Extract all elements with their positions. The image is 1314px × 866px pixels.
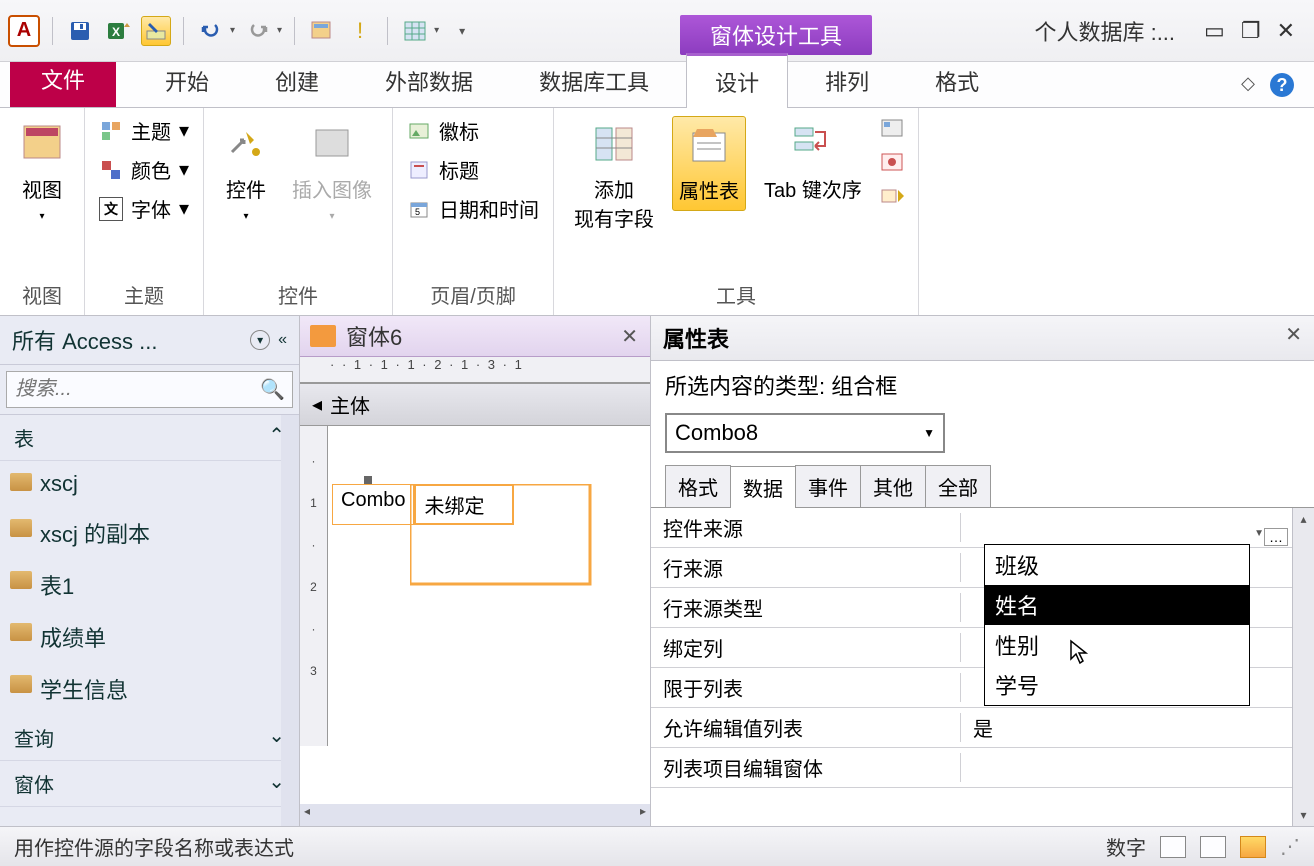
status-hint: 用作控件源的字段名称或表达式 (14, 832, 294, 861)
form-icon[interactable] (307, 16, 337, 46)
search-icon[interactable]: 🔍 (260, 377, 285, 402)
qat-customize-icon[interactable]: ▾ (447, 16, 477, 46)
dropdown-item[interactable]: 学号 (985, 665, 1249, 705)
group-tools: 工具 (568, 276, 904, 313)
nav-search: 🔍 (0, 365, 299, 415)
insert-image-button[interactable]: 插入图像▾ (286, 116, 378, 228)
resize-grip-icon[interactable]: ⋰ (1280, 834, 1300, 859)
combo-unbound[interactable]: 未绑定 (414, 484, 514, 525)
design-icon[interactable] (141, 16, 171, 46)
view-button[interactable]: 视图▾ (14, 116, 70, 228)
object-selector[interactable]: Combo8 (665, 413, 945, 453)
prop-tab-data[interactable]: 数据 (730, 466, 796, 508)
svg-text:X: X (112, 25, 120, 39)
controls-gallery-button[interactable]: 控件▾ (218, 116, 274, 228)
code-icon[interactable] (880, 150, 904, 174)
access-logo[interactable]: A (8, 15, 40, 47)
close-tab-icon[interactable]: ✕ (621, 324, 638, 349)
combo-control[interactable]: Combo 未绑定 (332, 484, 514, 525)
tab-order-button[interactable]: Tab 键次序 (758, 116, 868, 209)
subform-icon[interactable] (880, 116, 904, 140)
fonts-button[interactable]: 文字体 ▾ (99, 194, 189, 223)
form-designer: 窗体6 ✕ · · 1 · 1 · 1 · 2 · 1 · 3 · 1 ◂主体 … (300, 316, 650, 826)
nav-scrollbar[interactable] (281, 415, 299, 826)
prop-tab-format[interactable]: 格式 (665, 465, 731, 507)
combo-label[interactable]: Combo (332, 484, 414, 525)
nav-table-item[interactable]: 成绩单 (0, 611, 299, 663)
view-datasheet-icon[interactable] (1200, 836, 1226, 858)
colors-button[interactable]: 颜色 ▾ (99, 155, 189, 184)
selection-type-label: 所选内容的类型: 组合框 (651, 361, 1314, 409)
form-icon (310, 325, 336, 347)
tab-design[interactable]: 设计 (686, 53, 788, 108)
warning-icon[interactable]: ! (345, 16, 375, 46)
view-design-icon[interactable] (1240, 836, 1266, 858)
prop-tab-all[interactable]: 全部 (925, 465, 991, 507)
save-icon[interactable] (65, 16, 95, 46)
datasheet-icon[interactable] (400, 16, 430, 46)
search-input[interactable] (6, 371, 293, 408)
ruler-vertical: ·1·2·3 (300, 426, 328, 746)
svg-text:5: 5 (415, 207, 420, 217)
section-header[interactable]: ◂主体 (300, 383, 650, 426)
title-bar: A X ▾ ▾ ! ▾ ▾ 窗体设计工具 个人数据库 :... ▭ ❐ ✕ (0, 0, 1314, 62)
dropdown-item[interactable]: 班级 (985, 545, 1249, 585)
prop-tab-other[interactable]: 其他 (860, 465, 926, 507)
close-property-sheet-icon[interactable]: ✕ (1285, 322, 1302, 354)
datetime-button[interactable]: 5日期和时间 (407, 194, 539, 223)
hscrollbar[interactable]: ◂▸ (300, 804, 650, 826)
title-button[interactable]: 标题 (407, 155, 539, 184)
undo-icon[interactable] (196, 16, 226, 46)
help-icon[interactable]: ? (1270, 73, 1294, 97)
ruler-horizontal: · · 1 · 1 · 1 · 2 · 1 · 3 · 1 (300, 357, 650, 383)
excel-export-icon[interactable]: X (103, 16, 133, 46)
group-controls: 控件 (218, 276, 378, 313)
form-tab[interactable]: 窗体6 ✕ (300, 316, 650, 357)
nav-collapse-icon[interactable]: « (278, 331, 287, 349)
nav-group-queries[interactable]: 查询⌄ (0, 715, 299, 761)
ribbon: 视图▾ 视图 主题 ▾ 颜色 ▾ 文字体 ▾ 主题 控件▾ 插入图像▾ 控件 (0, 108, 1314, 316)
status-bar: 用作控件源的字段名称或表达式 数字 ⋰ (0, 826, 1314, 866)
dropdown-item[interactable]: 性别 (985, 625, 1249, 665)
prop-scrollbar[interactable]: ▴▾ (1292, 508, 1314, 826)
nav-group-tables[interactable]: 表⌃ (0, 415, 299, 461)
redo-icon[interactable] (243, 16, 273, 46)
prop-tab-event[interactable]: 事件 (795, 465, 861, 507)
add-fields-button[interactable]: 添加 现有字段 (568, 116, 660, 238)
group-header: 页眉/页脚 (407, 276, 539, 313)
view-form-icon[interactable] (1160, 836, 1186, 858)
app-title: 个人数据库 :... (1034, 15, 1185, 47)
contextual-tab-title: 窗体设计工具 (680, 15, 872, 55)
nav-group-forms[interactable]: 窗体⌄ (0, 761, 299, 807)
prop-row[interactable]: 列表项目编辑窗体 (651, 748, 1292, 788)
logo-button[interactable]: 徽标 (407, 116, 539, 145)
convert-macros-icon[interactable] (880, 184, 904, 208)
status-mode: 数字 (1106, 832, 1146, 861)
restore-icon[interactable]: ❐ (1237, 14, 1265, 48)
prop-row[interactable]: 允许编辑值列表是 (651, 708, 1292, 748)
themes-button[interactable]: 主题 ▾ (99, 116, 189, 145)
nav-table-item[interactable]: xscj 的副本 (0, 507, 299, 559)
section-icon: ◂ (312, 392, 322, 417)
nav-header[interactable]: 所有 Access ... ▾ « (0, 316, 299, 365)
navigation-pane: 所有 Access ... ▾ « 🔍 表⌃ xscj xscj 的副本 表1 … (0, 316, 300, 826)
nav-dropdown-icon[interactable]: ▾ (250, 330, 270, 350)
dropdown-item[interactable]: 姓名 (985, 585, 1249, 625)
nav-table-item[interactable]: 表1 (0, 559, 299, 611)
collapse-ribbon-icon[interactable]: ◇ (1241, 73, 1255, 97)
property-sheet-title: 属性表 (663, 322, 729, 354)
prop-row[interactable]: 控件来源 (651, 508, 1292, 548)
nav-table-item[interactable]: 学生信息 (0, 663, 299, 715)
property-sheet: 属性表 ✕ 所选内容的类型: 组合框 Combo8 格式 数据 事件 其他 全部… (650, 316, 1314, 826)
close-icon[interactable]: ✕ (1273, 14, 1299, 48)
field-dropdown: 班级 姓名 性别 学号 (984, 544, 1250, 706)
property-sheet-button[interactable]: 属性表 (672, 116, 746, 211)
group-theme: 主题 (99, 276, 189, 313)
group-view: 视图 (14, 276, 70, 313)
minimize-icon[interactable]: ▭ (1200, 14, 1229, 48)
ribbon-tabs: 文件 开始 创建 外部数据 数据库工具 设计 排列 格式 ◇ ? (0, 62, 1314, 108)
nav-table-item[interactable]: xscj (0, 461, 299, 507)
